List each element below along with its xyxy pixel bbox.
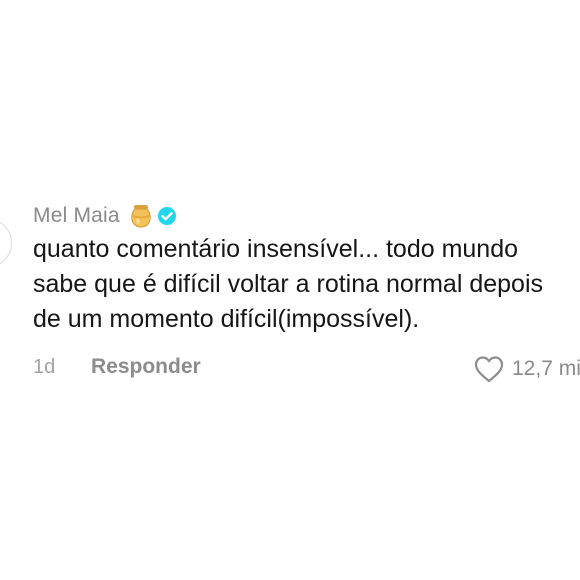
reply-button[interactable]: Responder <box>91 355 201 379</box>
like-count: 12,7 mil <box>512 357 580 380</box>
comment-line: de um momento difícil(impossível). <box>33 305 420 333</box>
honey-pot-icon <box>129 203 153 229</box>
comment-line: sabe que é difícil voltar a rotina norma… <box>33 270 544 298</box>
comment-header: Mel Maia <box>33 200 177 232</box>
timestamp: 1d <box>33 355 56 378</box>
heart-outline-icon[interactable] <box>473 354 505 384</box>
author-name[interactable]: Mel Maia <box>33 204 120 228</box>
avatar[interactable] <box>0 218 12 268</box>
comment-meta: 1d Responder <box>33 352 201 382</box>
comment-screen: Mel Maia quanto comentário insensível...… <box>0 0 580 580</box>
verified-badge-icon <box>157 206 177 226</box>
comment-body: quanto comentário insensível... todo mun… <box>33 232 580 337</box>
like-group: 12,7 mil <box>473 353 580 385</box>
comment-line: quanto comentário insensível... todo mun… <box>33 235 519 263</box>
